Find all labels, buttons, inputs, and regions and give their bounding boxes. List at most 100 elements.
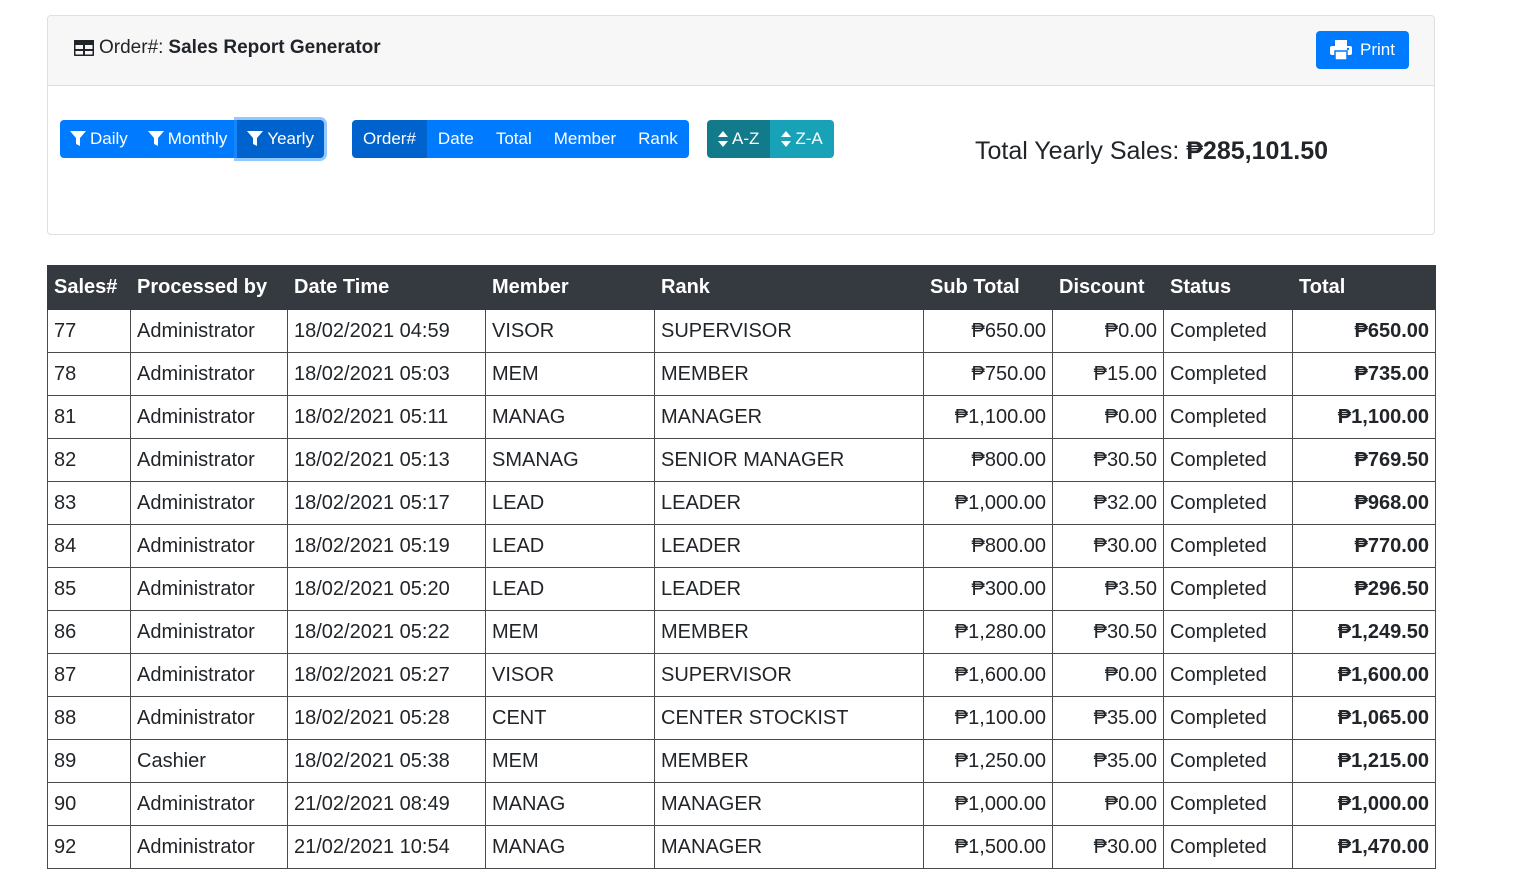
subtotal-cell: ₱1,500.00 [923, 825, 1053, 869]
sort-date-button[interactable]: Date [426, 120, 485, 158]
sort-rank-button[interactable]: Rank [627, 120, 689, 158]
date-time-cell: 18/02/2021 05:11 [287, 395, 486, 439]
sales-number-cell: 85 [47, 567, 131, 611]
status-cell: Completed [1163, 438, 1293, 482]
table-row: 92 Administrator 21/02/2021 10:54 MANAG MANA… [47, 825, 1436, 869]
title-text: Sales Report Generator [168, 37, 381, 58]
sales-number-cell: 88 [47, 696, 131, 740]
member-cell: VISOR [485, 653, 655, 697]
total-cell: ₱1,249.50 [1292, 610, 1436, 654]
discount-cell: ₱30.00 [1052, 825, 1164, 869]
processed-by-cell: Administrator [130, 567, 288, 611]
total-sales-summary: Total Yearly Sales: ₱285,101.50 [975, 137, 1328, 166]
total-cell: ₱1,100.00 [1292, 395, 1436, 439]
print-button[interactable]: Print [1316, 31, 1409, 69]
member-cell: MANAG [485, 782, 655, 826]
table-header-row: Sales# Processed by Date Time Member Ran… [47, 265, 1436, 310]
sort-order-group: A-Z Z-A [707, 120, 834, 158]
sort-icon [781, 131, 792, 147]
rank-cell: SUPERVISOR [654, 309, 924, 353]
column-header: Date Time [287, 265, 486, 310]
column-header: Member [485, 265, 655, 310]
processed-by-cell: Administrator [130, 610, 288, 654]
date-time-cell: 21/02/2021 08:49 [287, 782, 486, 826]
processed-by-cell: Administrator [130, 395, 288, 439]
sort-asc-button[interactable]: A-Z [707, 120, 771, 158]
sort-total-button[interactable]: Total [484, 120, 543, 158]
sort-desc-label: Z-A [795, 129, 823, 148]
discount-cell: ₱15.00 [1052, 352, 1164, 396]
column-header: Sales# [47, 265, 131, 310]
sales-number-cell: 83 [47, 481, 131, 525]
member-cell: LEAD [485, 481, 655, 525]
discount-cell: ₱30.50 [1052, 438, 1164, 482]
date-time-cell: 18/02/2021 05:22 [287, 610, 486, 654]
date-time-cell: 18/02/2021 05:03 [287, 352, 486, 396]
discount-cell: ₱0.00 [1052, 309, 1164, 353]
member-cell: CENT [485, 696, 655, 740]
printer-icon [1330, 40, 1353, 60]
table-row: 85 Administrator 18/02/2021 05:20 LEAD LEADE… [47, 567, 1436, 611]
filter-icon [247, 131, 264, 146]
subtotal-cell: ₱1,280.00 [923, 610, 1053, 654]
sales-number-cell: 90 [47, 782, 131, 826]
rank-cell: MANAGER [654, 782, 924, 826]
date-time-cell: 21/02/2021 10:54 [287, 825, 486, 869]
discount-cell: ₱35.00 [1052, 696, 1164, 740]
member-cell: MEM [485, 610, 655, 654]
status-cell: Completed [1163, 567, 1293, 611]
processed-by-cell: Administrator [130, 481, 288, 525]
discount-cell: ₱0.00 [1052, 395, 1164, 439]
sort-desc-button[interactable]: Z-A [770, 120, 834, 158]
status-cell: Completed [1163, 481, 1293, 525]
processed-by-cell: Administrator [130, 825, 288, 869]
table-row: 81 Administrator 18/02/2021 05:11 MANAG MANA… [47, 395, 1436, 439]
filter-yearly-button[interactable]: Yearly [237, 120, 324, 158]
filter-icon [147, 131, 164, 146]
sort-member-button[interactable]: Member [542, 120, 628, 158]
sales-number-cell: 86 [47, 610, 131, 654]
column-header: Discount [1052, 265, 1164, 310]
subtotal-cell: ₱1,000.00 [923, 481, 1053, 525]
subtotal-cell: ₱800.00 [923, 438, 1053, 482]
processed-by-cell: Administrator [130, 782, 288, 826]
filter-monthly-button[interactable]: Monthly [137, 120, 238, 158]
sales-number-cell: 81 [47, 395, 131, 439]
sort-order-number-button[interactable]: Order# [352, 120, 427, 158]
sales-number-cell: 84 [47, 524, 131, 568]
subtotal-cell: ₱1,100.00 [923, 696, 1053, 740]
rank-cell: LEADER [654, 481, 924, 525]
status-cell: Completed [1163, 782, 1293, 826]
table-row: 89 Cashier 18/02/2021 05:38 MEM MEMBER ₱1,250… [47, 739, 1436, 783]
title-prefix: Order#: [99, 37, 164, 58]
rank-cell: MANAGER [654, 395, 924, 439]
sales-number-cell: 77 [47, 309, 131, 353]
processed-by-cell: Administrator [130, 653, 288, 697]
total-cell: ₱968.00 [1292, 481, 1436, 525]
subtotal-cell: ₱1,100.00 [923, 395, 1053, 439]
filter-monthly-label: Monthly [167, 129, 228, 148]
rank-cell: SUPERVISOR [654, 653, 924, 697]
sales-number-cell: 78 [47, 352, 131, 396]
filter-daily-label: Daily [90, 129, 128, 148]
sales-number-cell: 89 [47, 739, 131, 783]
rank-cell: MEMBER [654, 610, 924, 654]
filter-daily-button[interactable]: Daily [60, 120, 138, 158]
table-row: 82 Administrator 18/02/2021 05:13 SMANAG SEN… [47, 438, 1436, 482]
total-cell: ₱1,065.00 [1292, 696, 1436, 740]
status-cell: Completed [1163, 739, 1293, 783]
member-cell: MANAG [485, 825, 655, 869]
sales-number-cell: 92 [47, 825, 131, 869]
subtotal-cell: ₱1,000.00 [923, 782, 1053, 826]
sales-number-cell: 87 [47, 653, 131, 697]
total-cell: ₱1,470.00 [1292, 825, 1436, 869]
status-cell: Completed [1163, 395, 1293, 439]
status-cell: Completed [1163, 309, 1293, 353]
table-row: 78 Administrator 18/02/2021 05:03 MEM MEMBER… [47, 352, 1436, 396]
subtotal-cell: ₱300.00 [923, 567, 1053, 611]
table-icon [73, 39, 95, 57]
date-time-cell: 18/02/2021 05:38 [287, 739, 486, 783]
sort-field-group: Order# Date Total Member Rank [352, 120, 689, 158]
status-cell: Completed [1163, 524, 1293, 568]
column-header: Sub Total [923, 265, 1053, 310]
